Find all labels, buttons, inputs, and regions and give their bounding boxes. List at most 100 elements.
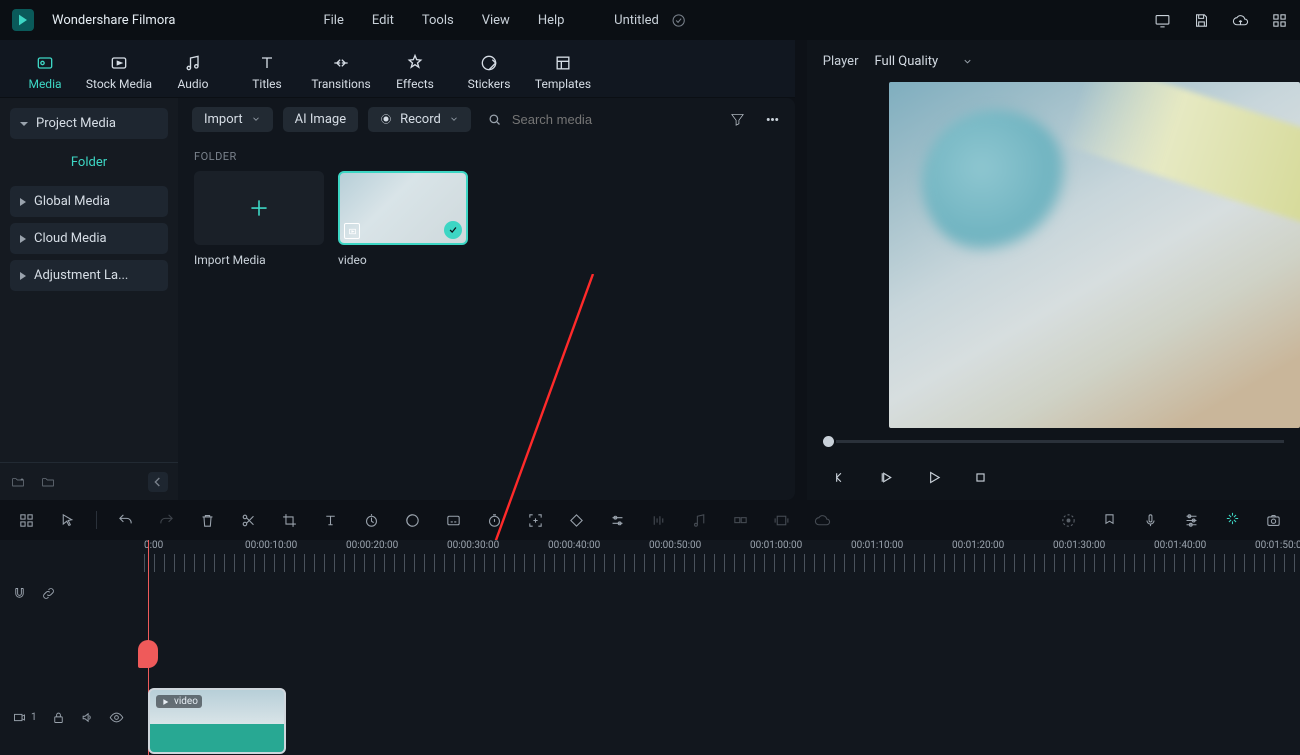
video-tile[interactable]: video: [338, 171, 468, 267]
tab-media[interactable]: Media: [8, 53, 82, 95]
menu-bar: File Edit Tools View Help: [323, 13, 564, 28]
tab-templates[interactable]: Templates: [526, 53, 600, 95]
tab-stock-media[interactable]: Stock Media: [82, 53, 156, 95]
auto-cut-icon[interactable]: [1224, 510, 1241, 527]
detach-icon[interactable]: [691, 512, 708, 529]
scrub-handle[interactable]: [823, 436, 834, 447]
sidebar: Project Media Folder Global Media Cloud …: [0, 98, 178, 500]
ai-image-button[interactable]: AI Image: [283, 107, 358, 132]
pointer-icon[interactable]: [59, 512, 76, 529]
track-toggle-icon[interactable]: [650, 512, 667, 529]
transport-controls: [807, 454, 1300, 500]
play-icon[interactable]: [925, 469, 942, 486]
media-tiles: Import Media video: [178, 171, 795, 267]
titlebar-right: [1154, 12, 1288, 29]
marker-icon[interactable]: [1101, 512, 1118, 529]
grid-icon[interactable]: [1271, 12, 1288, 29]
split-icon[interactable]: [240, 512, 257, 529]
sidebar-cloud-media[interactable]: Cloud Media: [10, 223, 168, 254]
play-frame-icon[interactable]: [878, 469, 895, 486]
sidebar-footer: [0, 462, 178, 500]
expand-icon[interactable]: [773, 512, 790, 529]
ruler-label: 00:00:50:00: [649, 540, 701, 551]
monitor-icon[interactable]: [1154, 12, 1171, 29]
menu-file[interactable]: File: [323, 13, 343, 28]
app-logo: [12, 9, 34, 31]
magnet-icon[interactable]: [12, 586, 27, 601]
timer-icon[interactable]: [486, 512, 503, 529]
redo-icon[interactable]: [158, 512, 175, 529]
stop-icon[interactable]: [972, 469, 989, 486]
tab-stickers[interactable]: Stickers: [452, 53, 526, 95]
menu-edit[interactable]: Edit: [372, 13, 394, 28]
undo-icon[interactable]: [117, 512, 134, 529]
sidebar-global-media[interactable]: Global Media: [10, 186, 168, 217]
save-icon[interactable]: [1193, 12, 1210, 29]
search-media[interactable]: [481, 111, 719, 128]
record-button[interactable]: Record: [368, 107, 471, 132]
tab-effects[interactable]: Effects: [378, 53, 452, 95]
visibility-icon[interactable]: [109, 710, 124, 725]
cloud-upload-icon[interactable]: [1232, 12, 1249, 29]
import-tile-label: Import Media: [194, 253, 324, 267]
menu-help[interactable]: Help: [538, 13, 565, 28]
cloud-tool-icon[interactable]: [814, 512, 831, 529]
import-button[interactable]: Import: [192, 107, 273, 132]
clip-icon: [344, 223, 360, 239]
ruler-label: 00:01:20:00: [952, 540, 1004, 551]
player-label: Player: [823, 54, 859, 69]
crop-icon[interactable]: [281, 512, 298, 529]
preview-panel: Player Full Quality: [807, 40, 1300, 500]
caption-icon[interactable]: [445, 512, 462, 529]
menu-tools[interactable]: Tools: [422, 13, 454, 28]
resource-tabs: Media Stock Media Audio Titles Transitio…: [0, 40, 795, 98]
tab-audio[interactable]: Audio: [156, 53, 230, 95]
video-track-icon: [12, 710, 27, 725]
trash-icon[interactable]: [199, 512, 216, 529]
timeline-clip[interactable]: video: [148, 688, 286, 754]
more-icon[interactable]: [764, 111, 781, 128]
preview-viewport[interactable]: [889, 82, 1300, 428]
mixer-icon[interactable]: [1183, 512, 1200, 529]
ruler-label: 00:00:20:00: [346, 540, 398, 551]
new-folder-icon[interactable]: [10, 474, 26, 490]
keyframe-icon[interactable]: [568, 512, 585, 529]
filter-icon[interactable]: [729, 111, 746, 128]
collapse-sidebar-button[interactable]: [148, 472, 168, 492]
project-title-group: Untitled: [614, 13, 686, 28]
speed-icon[interactable]: [363, 512, 380, 529]
titlebar: Wondershare Filmora File Edit Tools View…: [0, 0, 1300, 40]
tab-transitions[interactable]: Transitions: [304, 53, 378, 95]
layout-icon[interactable]: [18, 512, 35, 529]
adjust-icon[interactable]: [609, 512, 626, 529]
render-icon[interactable]: [1060, 512, 1077, 529]
selected-check-icon: [444, 221, 462, 239]
link-icon[interactable]: [41, 586, 56, 601]
preview-header: Player Full Quality: [807, 40, 1300, 82]
group-icon[interactable]: [732, 512, 749, 529]
folder-icon[interactable]: [40, 474, 56, 490]
mic-icon[interactable]: [1142, 512, 1159, 529]
step-back-icon[interactable]: [831, 469, 848, 486]
sidebar-adjustment-layer[interactable]: Adjustment La...: [10, 260, 168, 291]
lock-icon[interactable]: [51, 710, 66, 725]
tab-titles[interactable]: Titles: [230, 53, 304, 95]
sidebar-folder-link[interactable]: Folder: [10, 145, 168, 180]
preview-scrubber[interactable]: [807, 428, 1300, 454]
snapshot-icon[interactable]: [1265, 512, 1282, 529]
time-ruler[interactable]: 0:0000:00:10:0000:00:20:0000:00:30:0000:…: [144, 540, 1300, 572]
color-icon[interactable]: [404, 512, 421, 529]
sidebar-project-media[interactable]: Project Media: [10, 108, 168, 139]
ruler-label: 00:01:40:00: [1154, 540, 1206, 551]
quality-dropdown[interactable]: Full Quality: [874, 54, 973, 69]
text-tool-icon[interactable]: [322, 512, 339, 529]
ruler-label: 00:01:30:00: [1053, 540, 1105, 551]
chevron-down-icon: [962, 56, 973, 67]
menu-view[interactable]: View: [482, 13, 510, 28]
focus-icon[interactable]: [527, 512, 544, 529]
mute-icon[interactable]: [80, 710, 95, 725]
timeline[interactable]: 1 1 0:0000:00:10:0000:00:20:0000:00:30:0…: [0, 540, 1300, 755]
ruler-label: 00:00:10:00: [245, 540, 297, 551]
search-input[interactable]: [510, 111, 690, 128]
import-media-tile[interactable]: Import Media: [194, 171, 324, 267]
